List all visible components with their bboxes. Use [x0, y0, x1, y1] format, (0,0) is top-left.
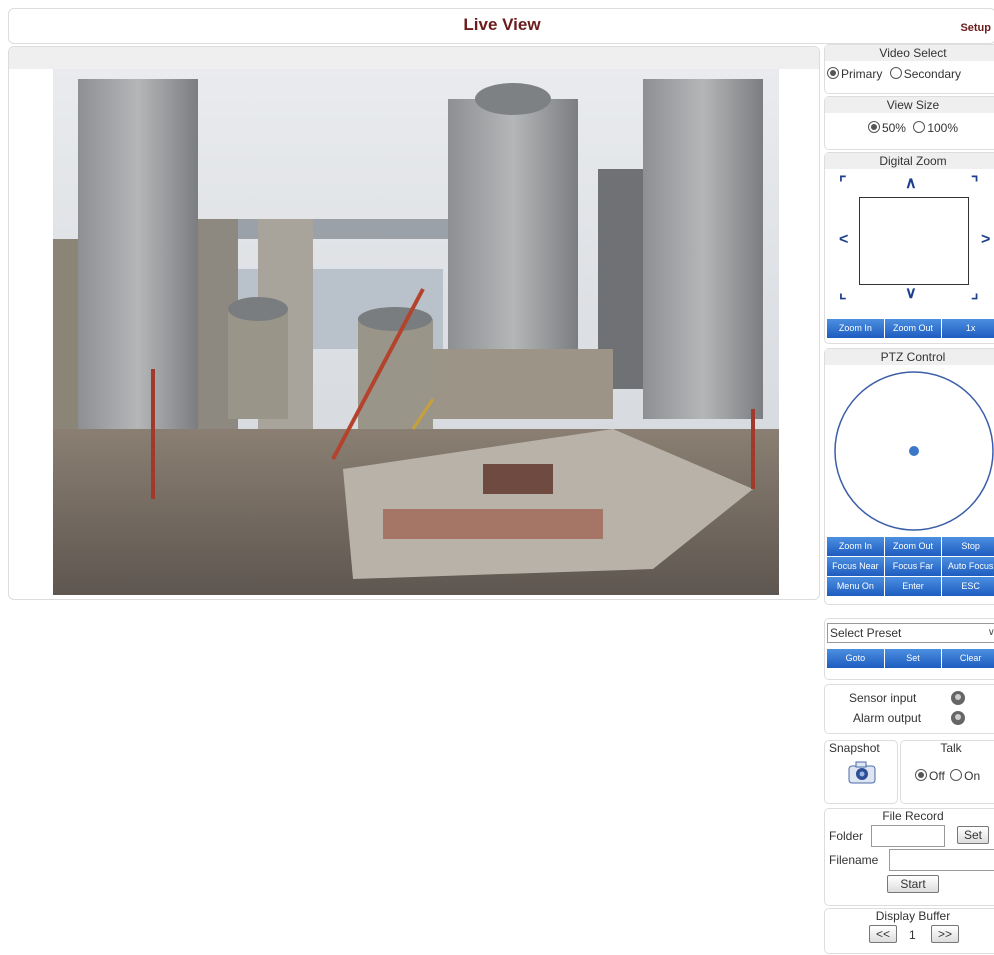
display-buffer-title: Display Buffer: [875, 909, 951, 923]
secondary-radio[interactable]: Secondary: [889, 67, 961, 81]
zoom-region-box[interactable]: [859, 197, 969, 285]
ptz-enter-button[interactable]: Enter: [884, 577, 942, 596]
view-size-panel: View Size 50% 100%: [824, 96, 994, 150]
alarm-output-label: Alarm output: [853, 711, 922, 725]
preset-select[interactable]: Select Preset ∨: [827, 623, 994, 643]
preset-clear-button[interactable]: Clear: [942, 649, 994, 668]
video-panel: [8, 46, 820, 600]
preset-panel: Select Preset ∨ Goto Set Clear: [824, 618, 994, 680]
digital-zoom-panel: Digital Zoom ⌜ ∧ ⌝ < > ⌞ ∨ ⌟ Zoom In Zoo…: [824, 152, 994, 344]
size-50-radio[interactable]: 50%: [867, 121, 906, 135]
io-panel: Sensor input Alarm output: [824, 684, 994, 734]
digital-zoom-in-button[interactable]: Zoom In: [827, 319, 884, 338]
sensor-indicator-icon: [951, 691, 965, 705]
talk-panel: Talk Off On: [900, 740, 994, 804]
file-record-title: File Record: [882, 809, 944, 823]
folder-input[interactable]: [871, 825, 945, 847]
ptz-auto-focus-button[interactable]: Auto Focus: [942, 557, 994, 576]
buffer-prev-button[interactable]: <<: [869, 925, 898, 943]
display-buffer-panel: Display Buffer << 1 >>: [824, 908, 994, 954]
setup-link[interactable]: Setup: [960, 22, 991, 34]
size-100-radio[interactable]: 100%: [913, 121, 958, 135]
ptz-control-panel: PTZ Control Zoom In Zoom Out Stop Focus …: [824, 348, 994, 605]
digital-zoom-1x-button[interactable]: 1x: [942, 319, 994, 338]
record-start-button[interactable]: Start: [887, 875, 939, 893]
page-header: Live View Setup: [8, 8, 994, 44]
zoom-down-left-arrow-icon[interactable]: ⌞: [839, 283, 847, 303]
ptz-zoom-out-button[interactable]: Zoom Out: [884, 537, 942, 556]
zoom-up-left-arrow-icon[interactable]: ⌜: [839, 173, 847, 193]
ptz-zoom-in-button[interactable]: Zoom In: [827, 537, 884, 556]
snapshot-panel: Snapshot: [824, 740, 898, 804]
filename-label: Filename: [829, 853, 879, 867]
folder-set-button[interactable]: Set: [957, 826, 990, 844]
preset-goto-button[interactable]: Goto: [827, 649, 884, 668]
preset-set-button[interactable]: Set: [884, 649, 942, 668]
zoom-down-right-arrow-icon[interactable]: ⌟: [971, 283, 979, 303]
view-size-title: View Size: [825, 97, 994, 113]
folder-label: Folder: [829, 829, 864, 843]
camera-icon[interactable]: [847, 761, 877, 785]
ptz-joystick[interactable]: [831, 369, 994, 533]
chevron-down-icon: ∨: [987, 627, 994, 638]
ptz-esc-button[interactable]: ESC: [942, 577, 994, 596]
zoom-right-arrow-icon[interactable]: >: [981, 231, 990, 249]
camera-feed-image: [53, 69, 779, 595]
ptz-title: PTZ Control: [825, 349, 994, 365]
zoom-up-arrow-icon[interactable]: ∧: [905, 173, 917, 193]
buffer-value: 1: [909, 928, 916, 942]
ptz-menu-on-button[interactable]: Menu On: [827, 577, 884, 596]
zoom-left-arrow-icon[interactable]: <: [839, 231, 848, 249]
talk-on-radio[interactable]: On: [950, 769, 980, 783]
file-record-panel: File Record Folder Set Filename Start: [824, 808, 994, 906]
ptz-focus-near-button[interactable]: Focus Near: [827, 557, 884, 576]
snapshot-label: Snapshot: [829, 741, 880, 755]
zoom-down-arrow-icon[interactable]: ∨: [905, 283, 917, 303]
video-toolbar: [9, 47, 819, 69]
video-select-panel: Video Select Primary Secondary: [824, 44, 994, 94]
buffer-next-button[interactable]: >>: [931, 925, 960, 943]
talk-off-radio[interactable]: Off: [915, 769, 945, 783]
digital-zoom-out-button[interactable]: Zoom Out: [884, 319, 942, 338]
digital-zoom-title: Digital Zoom: [825, 153, 994, 169]
talk-label: Talk: [940, 741, 962, 755]
ptz-stop-button[interactable]: Stop: [942, 537, 994, 556]
sensor-input-label: Sensor input: [849, 691, 917, 705]
filename-input[interactable]: [889, 849, 994, 871]
alarm-indicator-icon[interactable]: [951, 711, 965, 725]
primary-radio[interactable]: Primary: [827, 67, 882, 81]
video-select-title: Video Select: [825, 45, 994, 61]
zoom-up-right-arrow-icon[interactable]: ⌝: [971, 173, 979, 193]
page-title: Live View: [463, 15, 541, 34]
ptz-focus-far-button[interactable]: Focus Far: [884, 557, 942, 576]
